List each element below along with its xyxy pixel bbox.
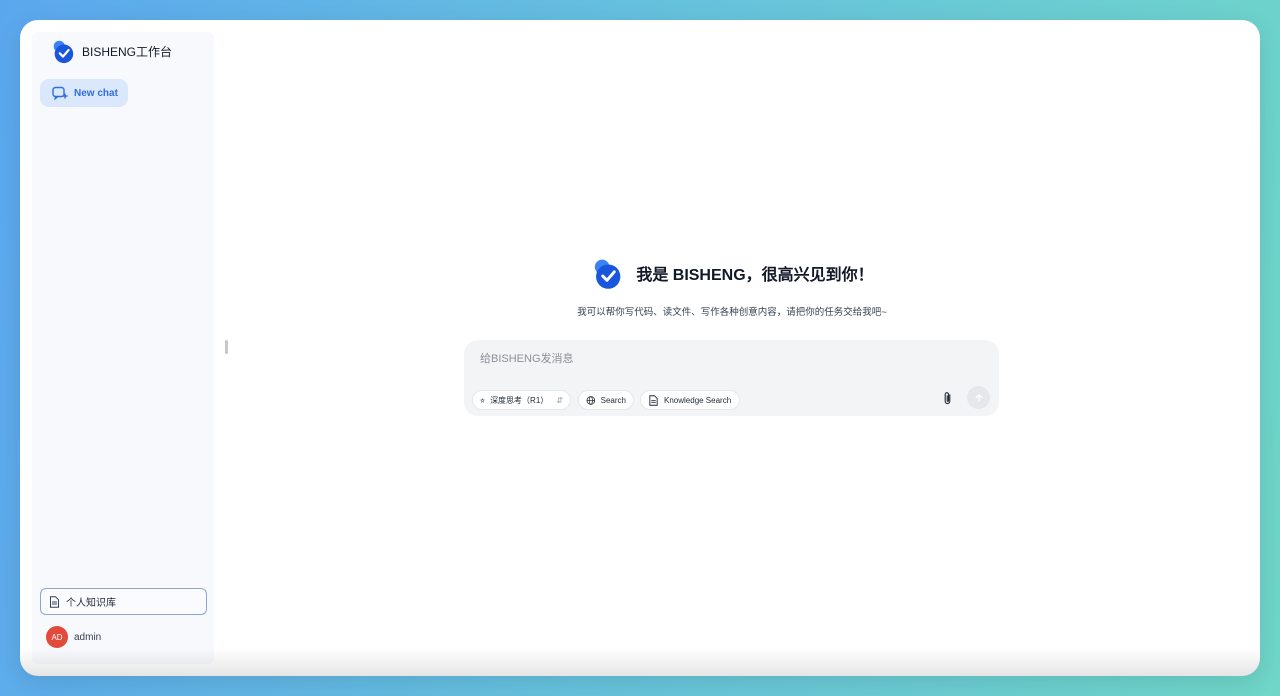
new-chat-icon [52,86,68,100]
knowledge-base-label: 个人知识库 [66,598,116,609]
brand: BISHENG工作台 [50,38,172,64]
sidebar-resize-handle[interactable] [225,340,228,354]
knowledge-search-label: Knowledge Search [664,395,732,405]
new-chat-button[interactable]: New chat [40,79,128,107]
personal-knowledge-base-button[interactable]: 个人知识库 [40,588,207,615]
welcome-subtitle: 我可以帮你写代码、读文件、写作各种创意内容，请把你的任务交给我吧~ [577,307,887,318]
send-button[interactable] [967,386,990,409]
welcome-hero: 我是 BISHENG，很高兴见到你！ 我可以帮你写代码、读文件、写作各种创意内容… [464,256,1000,318]
sidebar: BISHENG工作台 New chat 个人知识库 AD admin [32,32,214,664]
bisheng-logo [595,259,621,289]
chevron-updown-icon: ⇵ [556,395,563,405]
search-label: Search [600,395,626,405]
paperclip-icon [944,391,950,404]
deep-think-toggle[interactable]: 深度思考（R1） ⇵ [472,390,571,410]
file-icon [649,394,658,406]
new-chat-label: New chat [74,87,118,99]
deep-think-icon [480,397,486,403]
user-name: admin [74,631,102,643]
globe-icon [586,395,596,405]
app-window: BISHENG工作台 New chat 个人知识库 AD admin 我是 BI… [20,20,1260,676]
welcome-title: 我是 BISHENG，很高兴见到你！ [636,267,874,284]
message-composer: 深度思考（R1） ⇵ Search Knowledge Search [464,340,999,416]
deep-think-label: 深度思考（R1） [490,395,549,405]
user-profile[interactable]: AD admin [46,626,101,648]
document-icon [50,595,59,608]
bisheng-logo [53,40,74,64]
search-toggle[interactable]: Search [578,390,634,410]
avatar: AD [46,626,68,648]
knowledge-search-toggle[interactable]: Knowledge Search [640,390,740,410]
message-input[interactable] [480,350,920,368]
brand-title: BISHENG工作台 [82,44,173,59]
attach-button[interactable] [938,388,956,408]
send-arrow-icon [974,393,983,402]
bottom-shadow [20,648,1260,676]
